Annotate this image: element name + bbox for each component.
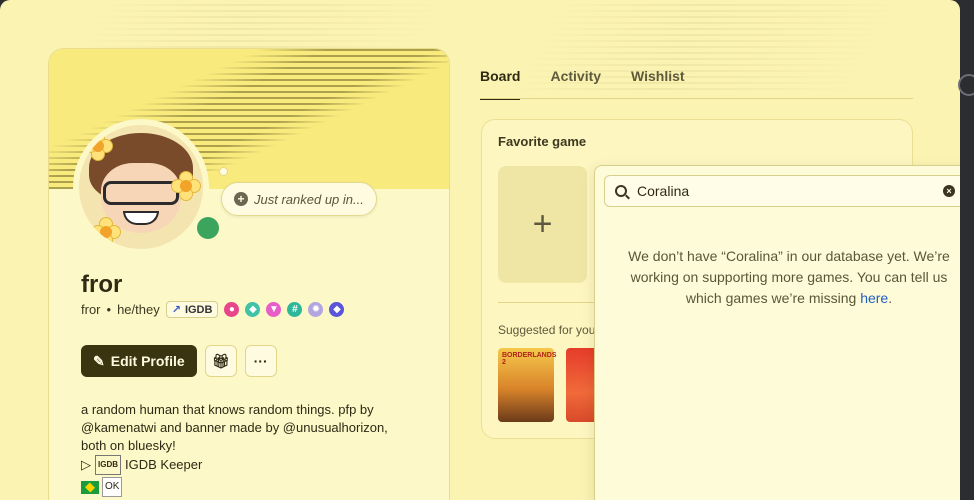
search-input[interactable] (637, 183, 943, 199)
profile-subline: fror • he/they ↗ IGDB ● ◆ ▼ # ✹ ◆ (81, 301, 345, 318)
bio-line: a random human that knows random things.… (81, 402, 374, 417)
ok-tag: OK (102, 477, 123, 497)
bio-line: both on bluesky! (81, 438, 176, 453)
avatar[interactable] (73, 119, 209, 255)
flower-decoration (91, 217, 121, 247)
igdb-mini-icon: IGDB (95, 455, 121, 475)
no-results-text: We don’t have “Coralina” in our database… (628, 248, 950, 306)
badge-icon[interactable]: ◆ (329, 302, 345, 317)
profile-modal: + Just ranked up in... fror fror • he/th… (0, 0, 960, 500)
profile-bio: a random human that knows random things.… (81, 401, 411, 497)
search-icon (615, 185, 627, 197)
profile-actions: ✎ Edit Profile 🎁︎ ··· (81, 345, 277, 377)
brazil-flag-icon (81, 480, 99, 494)
close-icon[interactable] (958, 74, 974, 96)
badge-icon[interactable]: ◆ (245, 302, 261, 317)
no-results-end: . (888, 290, 893, 306)
suggested-title: Suggested for you (498, 323, 596, 337)
more-icon: ··· (253, 353, 268, 369)
tab-board[interactable]: Board (480, 68, 521, 100)
display-name: fror (81, 271, 123, 298)
tab-activity[interactable]: Activity (550, 68, 601, 100)
status-text: Just ranked up in... (254, 191, 364, 207)
igdb-tag-label: IGDB (184, 303, 213, 316)
backdrop-edge (958, 0, 974, 500)
bio-line: @kamenatwi and banner made by @unusualho… (81, 420, 388, 435)
profile-tabs: Board Activity Wishlist (480, 68, 685, 100)
no-results-message: We don’t have “Coralina” in our database… (619, 246, 959, 309)
username: fror (81, 302, 101, 317)
edit-profile-label: Edit Profile (110, 353, 185, 369)
igdb-tag[interactable]: ↗ IGDB (165, 301, 219, 318)
profile-card: + Just ranked up in... fror fror • he/th… (48, 48, 450, 500)
flower-decoration (83, 131, 113, 161)
igdb-keeper-text: IGDB Keeper (125, 457, 203, 472)
flower-decoration (171, 171, 201, 201)
igdb-keeper-line: ▷ IGDB IGDB Keeper (81, 455, 411, 475)
country-line: OK (81, 477, 411, 497)
separator: • (106, 302, 112, 317)
cover-title: BORDERLANDS 2 (502, 352, 557, 366)
badge-icon[interactable]: ● (224, 302, 240, 317)
badge-icon[interactable]: ▼ (266, 302, 282, 317)
clear-search-icon[interactable]: × (943, 185, 955, 197)
gift-icon: 🎁︎ (211, 352, 230, 369)
plus-icon: + (532, 205, 553, 243)
avatar-glasses (103, 181, 179, 205)
more-options-button[interactable]: ··· (244, 345, 277, 377)
add-status-icon: + (234, 192, 248, 206)
search-box[interactable]: × (604, 175, 960, 207)
pronouns: he/they (117, 302, 160, 317)
edit-profile-button[interactable]: ✎ Edit Profile (81, 345, 197, 377)
game-search-dropdown: × We don’t have “Coralina” in our databa… (594, 165, 960, 500)
pencil-icon: ✎ (93, 352, 105, 369)
hashtag-badge-icon[interactable]: # (287, 302, 303, 317)
play-icon: ▷ (81, 457, 91, 472)
suggested-game-cover[interactable]: BORDERLANDS 2 (498, 348, 557, 422)
gift-button[interactable]: 🎁︎ (204, 345, 237, 377)
request-game-link[interactable]: here (860, 290, 888, 306)
favorite-game-title: Favorite game (498, 134, 587, 149)
rocket-icon: ↗ (171, 304, 181, 316)
tabs-divider (480, 98, 913, 99)
avatar-image (79, 125, 203, 249)
add-favorite-game-button[interactable]: + (498, 166, 587, 283)
status-bubble[interactable]: + Just ranked up in... (221, 182, 377, 216)
tab-wishlist[interactable]: Wishlist (631, 68, 685, 100)
online-status-indicator (193, 213, 223, 243)
status-bubble-tail (219, 167, 228, 176)
badge-icon[interactable]: ✹ (308, 302, 324, 317)
